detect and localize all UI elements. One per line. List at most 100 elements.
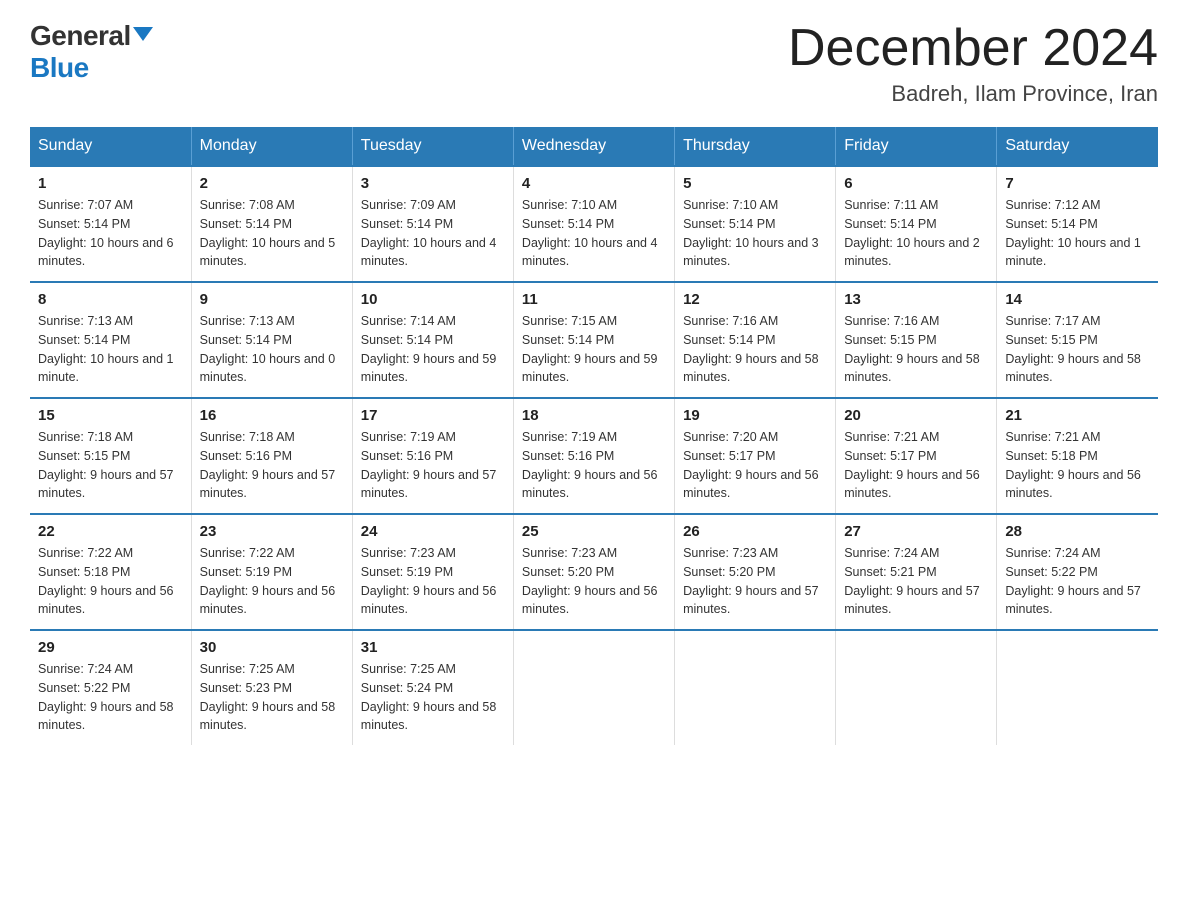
- day-info: Sunrise: 7:24 AMSunset: 5:21 PMDaylight:…: [844, 546, 980, 616]
- day-number: 28: [1005, 523, 1150, 540]
- calendar-day-cell: [675, 630, 836, 745]
- logo-general-text: General: [30, 20, 131, 52]
- calendar-day-cell: 12 Sunrise: 7:16 AMSunset: 5:14 PMDaylig…: [675, 282, 836, 398]
- day-number: 30: [200, 639, 344, 656]
- day-number: 27: [844, 523, 988, 540]
- calendar-day-cell: 31 Sunrise: 7:25 AMSunset: 5:24 PMDaylig…: [352, 630, 513, 745]
- weekday-header-sunday: Sunday: [30, 127, 191, 166]
- day-info: Sunrise: 7:17 AMSunset: 5:15 PMDaylight:…: [1005, 314, 1141, 384]
- day-number: 25: [522, 523, 666, 540]
- logo: General Blue: [30, 20, 153, 84]
- day-number: 17: [361, 407, 505, 424]
- calendar-day-cell: 20 Sunrise: 7:21 AMSunset: 5:17 PMDaylig…: [836, 398, 997, 514]
- day-number: 7: [1005, 175, 1150, 192]
- calendar-day-cell: 21 Sunrise: 7:21 AMSunset: 5:18 PMDaylig…: [997, 398, 1158, 514]
- calendar-week-row: 8 Sunrise: 7:13 AMSunset: 5:14 PMDayligh…: [30, 282, 1158, 398]
- day-number: 11: [522, 291, 666, 308]
- calendar-day-cell: 5 Sunrise: 7:10 AMSunset: 5:14 PMDayligh…: [675, 166, 836, 282]
- day-info: Sunrise: 7:14 AMSunset: 5:14 PMDaylight:…: [361, 314, 497, 384]
- calendar-day-cell: 17 Sunrise: 7:19 AMSunset: 5:16 PMDaylig…: [352, 398, 513, 514]
- day-info: Sunrise: 7:10 AMSunset: 5:14 PMDaylight:…: [683, 198, 819, 268]
- day-number: 26: [683, 523, 827, 540]
- weekday-header-thursday: Thursday: [675, 127, 836, 166]
- day-info: Sunrise: 7:23 AMSunset: 5:19 PMDaylight:…: [361, 546, 497, 616]
- day-info: Sunrise: 7:10 AMSunset: 5:14 PMDaylight:…: [522, 198, 658, 268]
- calendar-day-cell: 7 Sunrise: 7:12 AMSunset: 5:14 PMDayligh…: [997, 166, 1158, 282]
- day-number: 24: [361, 523, 505, 540]
- title-section: December 2024 Badreh, Ilam Province, Ira…: [788, 20, 1158, 107]
- day-info: Sunrise: 7:25 AMSunset: 5:23 PMDaylight:…: [200, 662, 336, 732]
- calendar-week-row: 15 Sunrise: 7:18 AMSunset: 5:15 PMDaylig…: [30, 398, 1158, 514]
- logo-blue-text: Blue: [30, 52, 89, 84]
- day-info: Sunrise: 7:23 AMSunset: 5:20 PMDaylight:…: [683, 546, 819, 616]
- day-number: 9: [200, 291, 344, 308]
- day-number: 12: [683, 291, 827, 308]
- calendar-day-cell: [513, 630, 674, 745]
- day-number: 29: [38, 639, 183, 656]
- calendar-day-cell: 28 Sunrise: 7:24 AMSunset: 5:22 PMDaylig…: [997, 514, 1158, 630]
- calendar-table: SundayMondayTuesdayWednesdayThursdayFrid…: [30, 127, 1158, 745]
- day-info: Sunrise: 7:13 AMSunset: 5:14 PMDaylight:…: [38, 314, 174, 384]
- day-number: 31: [361, 639, 505, 656]
- calendar-day-cell: 13 Sunrise: 7:16 AMSunset: 5:15 PMDaylig…: [836, 282, 997, 398]
- weekday-header-friday: Friday: [836, 127, 997, 166]
- calendar-week-row: 29 Sunrise: 7:24 AMSunset: 5:22 PMDaylig…: [30, 630, 1158, 745]
- day-info: Sunrise: 7:15 AMSunset: 5:14 PMDaylight:…: [522, 314, 658, 384]
- day-number: 23: [200, 523, 344, 540]
- calendar-day-cell: 2 Sunrise: 7:08 AMSunset: 5:14 PMDayligh…: [191, 166, 352, 282]
- day-info: Sunrise: 7:21 AMSunset: 5:18 PMDaylight:…: [1005, 430, 1141, 500]
- calendar-day-cell: 29 Sunrise: 7:24 AMSunset: 5:22 PMDaylig…: [30, 630, 191, 745]
- day-info: Sunrise: 7:12 AMSunset: 5:14 PMDaylight:…: [1005, 198, 1141, 268]
- logo-triangle-icon: [133, 27, 153, 41]
- day-number: 10: [361, 291, 505, 308]
- calendar-day-cell: [997, 630, 1158, 745]
- calendar-day-cell: 1 Sunrise: 7:07 AMSunset: 5:14 PMDayligh…: [30, 166, 191, 282]
- day-info: Sunrise: 7:22 AMSunset: 5:19 PMDaylight:…: [200, 546, 336, 616]
- weekday-header-tuesday: Tuesday: [352, 127, 513, 166]
- weekday-header-wednesday: Wednesday: [513, 127, 674, 166]
- day-number: 4: [522, 175, 666, 192]
- day-info: Sunrise: 7:07 AMSunset: 5:14 PMDaylight:…: [38, 198, 174, 268]
- day-number: 18: [522, 407, 666, 424]
- calendar-day-cell: 22 Sunrise: 7:22 AMSunset: 5:18 PMDaylig…: [30, 514, 191, 630]
- calendar-day-cell: 15 Sunrise: 7:18 AMSunset: 5:15 PMDaylig…: [30, 398, 191, 514]
- page-header: General Blue December 2024 Badreh, Ilam …: [30, 20, 1158, 107]
- calendar-day-cell: 25 Sunrise: 7:23 AMSunset: 5:20 PMDaylig…: [513, 514, 674, 630]
- day-number: 19: [683, 407, 827, 424]
- weekday-header-monday: Monday: [191, 127, 352, 166]
- day-number: 1: [38, 175, 183, 192]
- calendar-day-cell: 10 Sunrise: 7:14 AMSunset: 5:14 PMDaylig…: [352, 282, 513, 398]
- day-info: Sunrise: 7:18 AMSunset: 5:16 PMDaylight:…: [200, 430, 336, 500]
- calendar-day-cell: 18 Sunrise: 7:19 AMSunset: 5:16 PMDaylig…: [513, 398, 674, 514]
- calendar-week-row: 22 Sunrise: 7:22 AMSunset: 5:18 PMDaylig…: [30, 514, 1158, 630]
- day-info: Sunrise: 7:19 AMSunset: 5:16 PMDaylight:…: [522, 430, 658, 500]
- calendar-day-cell: 16 Sunrise: 7:18 AMSunset: 5:16 PMDaylig…: [191, 398, 352, 514]
- calendar-day-cell: 11 Sunrise: 7:15 AMSunset: 5:14 PMDaylig…: [513, 282, 674, 398]
- month-year-title: December 2024: [788, 20, 1158, 77]
- day-info: Sunrise: 7:16 AMSunset: 5:14 PMDaylight:…: [683, 314, 819, 384]
- location-text: Badreh, Ilam Province, Iran: [788, 81, 1158, 107]
- day-number: 16: [200, 407, 344, 424]
- day-info: Sunrise: 7:09 AMSunset: 5:14 PMDaylight:…: [361, 198, 497, 268]
- day-number: 8: [38, 291, 183, 308]
- calendar-week-row: 1 Sunrise: 7:07 AMSunset: 5:14 PMDayligh…: [30, 166, 1158, 282]
- day-info: Sunrise: 7:19 AMSunset: 5:16 PMDaylight:…: [361, 430, 497, 500]
- day-info: Sunrise: 7:21 AMSunset: 5:17 PMDaylight:…: [844, 430, 980, 500]
- day-number: 13: [844, 291, 988, 308]
- calendar-day-cell: 4 Sunrise: 7:10 AMSunset: 5:14 PMDayligh…: [513, 166, 674, 282]
- day-info: Sunrise: 7:18 AMSunset: 5:15 PMDaylight:…: [38, 430, 174, 500]
- day-info: Sunrise: 7:13 AMSunset: 5:14 PMDaylight:…: [200, 314, 336, 384]
- calendar-day-cell: 23 Sunrise: 7:22 AMSunset: 5:19 PMDaylig…: [191, 514, 352, 630]
- weekday-header-saturday: Saturday: [997, 127, 1158, 166]
- day-number: 2: [200, 175, 344, 192]
- weekday-header-row: SundayMondayTuesdayWednesdayThursdayFrid…: [30, 127, 1158, 166]
- day-number: 3: [361, 175, 505, 192]
- calendar-day-cell: 6 Sunrise: 7:11 AMSunset: 5:14 PMDayligh…: [836, 166, 997, 282]
- calendar-day-cell: 3 Sunrise: 7:09 AMSunset: 5:14 PMDayligh…: [352, 166, 513, 282]
- calendar-day-cell: 8 Sunrise: 7:13 AMSunset: 5:14 PMDayligh…: [30, 282, 191, 398]
- day-number: 20: [844, 407, 988, 424]
- day-number: 22: [38, 523, 183, 540]
- day-info: Sunrise: 7:20 AMSunset: 5:17 PMDaylight:…: [683, 430, 819, 500]
- calendar-day-cell: 19 Sunrise: 7:20 AMSunset: 5:17 PMDaylig…: [675, 398, 836, 514]
- day-number: 21: [1005, 407, 1150, 424]
